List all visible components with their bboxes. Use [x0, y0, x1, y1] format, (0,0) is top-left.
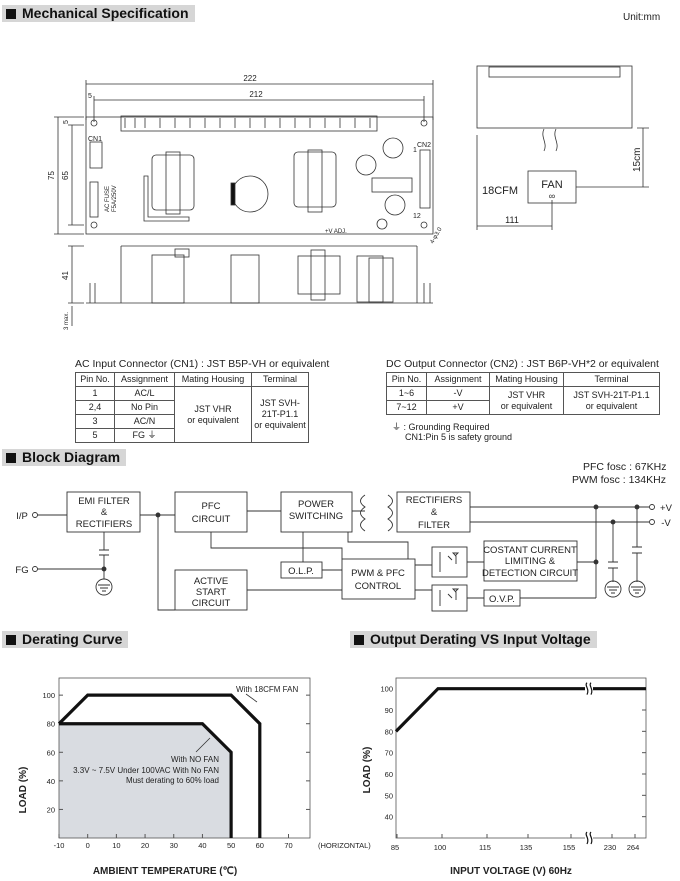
x-tick-label: 30 — [170, 841, 178, 850]
x-tick-label: 20 — [141, 841, 149, 850]
x-tick-label: 264 — [627, 843, 640, 852]
x-tick-label: 230 — [604, 843, 617, 852]
y-axis-label: LOAD (%) — [18, 767, 29, 814]
y-tick-label: 70 — [385, 749, 393, 758]
fan-series-label: With 18CFM FAN — [236, 685, 298, 694]
no-fan-series-label: With NO FAN — [171, 755, 219, 764]
x-axis-label: AMBIENT TEMPERATURE (℃) — [93, 866, 237, 877]
derating-curve-chart: -10 0 10 20 30 40 50 60 70 20 40 60 80 100 — [42, 677, 311, 850]
y-tick-label: 90 — [385, 706, 393, 715]
y-tick-label: 20 — [47, 805, 55, 814]
load-line — [394, 687, 646, 733]
derating-charts: -10 0 10 20 30 40 50 60 70 20 40 60 80 100 85 100 115 13… — [18, 677, 647, 877]
plot-frame — [395, 677, 647, 839]
x-tick-label: 85 — [391, 843, 399, 852]
y-tick-label: 40 — [47, 777, 55, 786]
x-axis-label: INPUT VOLTAGE (V) 60Hz — [450, 866, 572, 877]
annotation-line: 3.3V ~ 7.5V Under 100VAC With No FAN — [73, 766, 219, 775]
x-tick-label: 155 — [563, 843, 576, 852]
y-tick-label: 80 — [47, 720, 55, 729]
y-axis-label: LOAD (%) — [362, 747, 373, 794]
output-derating-chart: 85 100 115 135 155 230 264 40 50 60 70 80 90 100 — [380, 677, 647, 852]
annotation-pointer — [195, 693, 258, 753]
x-tick-label: 70 — [284, 841, 292, 850]
x-tick-label: 100 — [434, 843, 447, 852]
x-tick-label: 60 — [256, 841, 264, 850]
y-tick-label: 50 — [385, 791, 393, 800]
x-tick-label: 40 — [198, 841, 206, 850]
x-axis-suffix: (HORIZONTAL) — [318, 841, 371, 850]
x-tick-label: 135 — [520, 843, 533, 852]
y-tick-label: 40 — [385, 813, 393, 822]
y-tick-label: 100 — [42, 691, 55, 700]
x-tick-label: -10 — [54, 841, 65, 850]
y-tick-label: 60 — [47, 748, 55, 757]
x-tick-label: 0 — [86, 841, 90, 850]
y-tick-label: 80 — [385, 727, 393, 736]
x-tick-label: 10 — [112, 841, 120, 850]
annotation-line: Must derating to 60% load — [126, 776, 219, 785]
x-tick-label: 115 — [479, 843, 491, 852]
y-tick-label: 60 — [385, 770, 393, 779]
y-tick-label: 100 — [380, 685, 393, 694]
x-tick-label: 50 — [227, 841, 235, 850]
